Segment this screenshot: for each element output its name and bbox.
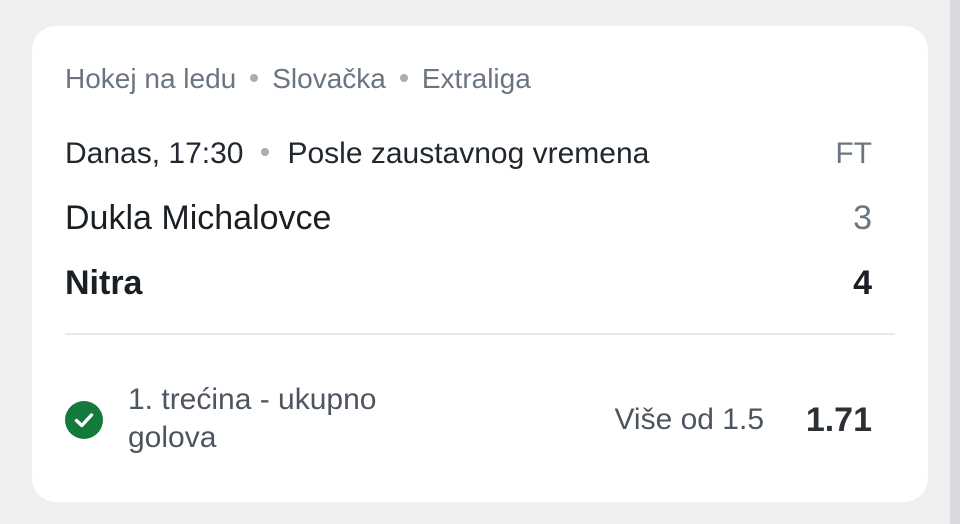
bet-selection: Više od 1.5 (614, 403, 764, 436)
away-team-row: Nitra 4 (65, 263, 872, 303)
separator-dot (399, 73, 408, 82)
match-result-type: Posle zaustavnog vremena (287, 137, 650, 170)
home-team-name: Dukla Michalovce (65, 199, 332, 237)
home-team-score: 3 (853, 199, 872, 237)
match-meta: Danas, 17:30 Posle zaustavnog vremena FT (65, 136, 872, 172)
separator-dot (250, 73, 259, 82)
divider (65, 333, 895, 335)
breadcrumb-sport: Hokej na ledu (65, 63, 237, 94)
bet-event-card[interactable]: Hokej na ledu Slovačka Extraliga Danas, 17… (32, 26, 928, 502)
separator-dot (261, 148, 270, 157)
breadcrumb-country: Slovačka (272, 63, 386, 94)
home-team-row: Dukla Michalovce 3 (65, 198, 872, 238)
bet-market: 1. trećina - ukupno golova (128, 383, 377, 454)
away-team-score: 4 (853, 264, 872, 302)
away-team-name: Nitra (65, 264, 143, 302)
match-status: FT (835, 137, 872, 170)
scrollbar-track[interactable] (950, 0, 960, 524)
breadcrumb: Hokej na ledu Slovačka Extraliga (65, 62, 531, 96)
check-circle-icon (65, 401, 103, 439)
bet-selection-row: 1. trećina - ukupno golova Više od 1.5 1… (65, 381, 872, 457)
breadcrumb-league: Extraliga (421, 63, 531, 94)
bet-odds: 1.71 (805, 401, 872, 439)
match-datetime: Danas, 17:30 (65, 137, 244, 170)
